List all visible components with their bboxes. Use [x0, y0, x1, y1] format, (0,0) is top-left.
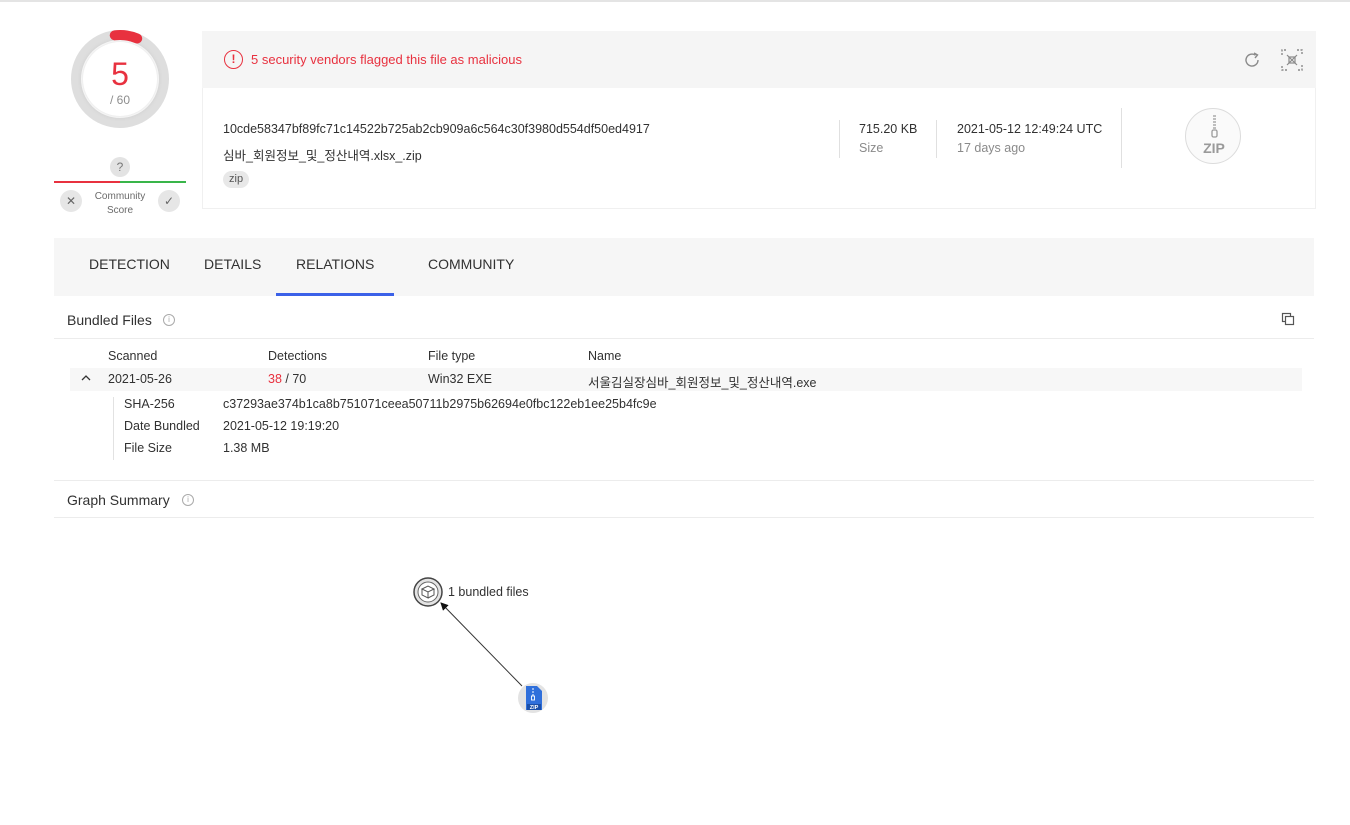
score-total: / 60 [109, 93, 130, 107]
divider [839, 120, 840, 158]
graph-node-label: 1 bundled files [448, 585, 529, 599]
file-size-value: 715.20 KB [859, 122, 918, 136]
detail-value-sha256[interactable]: c37293ae374b1ca8b751071ceea50711b2975b62… [223, 397, 657, 411]
file-info-card: 10cde58347bf89fc71c14522b725ab2cb909a6c5… [202, 88, 1316, 209]
row-file-type: Win32 EXE [428, 372, 492, 386]
alert-icon: ! [224, 50, 243, 69]
graph-summary-header: Graph Summary i [54, 480, 1314, 518]
tab-bar: DETECTION DETAILS RELATIONS COMMUNITY [54, 238, 1314, 296]
help-icon[interactable]: ? [110, 157, 130, 177]
reanalyze-icon[interactable] [1242, 50, 1262, 70]
column-header-detections: Detections [268, 349, 328, 363]
detail-label-file-size: File Size [124, 441, 172, 455]
detail-label-sha256: SHA-256 [124, 397, 175, 411]
graph-edge [440, 602, 523, 687]
vote-malicious-button[interactable]: ✕ [60, 190, 82, 212]
svg-text:ZIP: ZIP [530, 705, 539, 711]
chevron-up-icon[interactable] [80, 371, 92, 385]
file-size-label: Size [859, 141, 884, 155]
row-detections: 38 / 70 [268, 372, 307, 386]
bundled-files-header: Bundled Files i [54, 301, 1314, 339]
community-score-label: Community Score [94, 191, 146, 216]
detail-label-date-bundled: Date Bundled [124, 419, 200, 433]
tab-relations[interactable]: RELATIONS [275, 238, 395, 296]
analysis-date: 2021-05-12 12:49:24 UTC [957, 122, 1103, 136]
detail-guide-line [113, 397, 114, 460]
info-icon[interactable]: i [163, 314, 175, 326]
tab-details[interactable]: DETAILS [204, 238, 261, 296]
file-tag[interactable]: zip [223, 171, 250, 188]
row-file-name[interactable]: 서울김실장심바_회원정보_및_정산내역.exe [588, 372, 816, 391]
alert-text: 5 security vendors flagged this file as … [251, 52, 522, 67]
info-icon[interactable]: i [182, 494, 194, 506]
community-score-bar [54, 181, 186, 183]
vote-harmless-button[interactable]: ✓ [158, 190, 180, 212]
detail-value-date-bundled: 2021-05-12 19:19:20 [223, 419, 340, 433]
section-title: Graph Summary [67, 492, 170, 508]
score-arc [109, 30, 143, 44]
detail-value-file-size: 1.38 MB [223, 441, 270, 455]
alert-bar: ! 5 security vendors flagged this file a… [202, 31, 1316, 88]
divider [1121, 108, 1122, 168]
similar-search-icon[interactable] [1280, 48, 1304, 72]
zip-file-node[interactable]: ZIP [518, 683, 548, 713]
tab-community[interactable]: COMMUNITY [428, 238, 514, 296]
copy-icon[interactable] [1281, 312, 1295, 326]
tab-detection[interactable]: DETECTION [89, 238, 170, 296]
bundled-files-node[interactable] [413, 577, 443, 607]
column-header-file-type: File type [428, 349, 476, 363]
detection-score-ring: 5 / 60 [70, 29, 170, 129]
zip-file-icon: ZIP [1185, 108, 1241, 164]
section-title: Bundled Files [67, 312, 152, 328]
top-border [0, 0, 1350, 2]
relations-graph[interactable]: ZIP 1 bundled files [54, 518, 1314, 818]
file-name: 심바_회원정보_및_정산내역.xlsx_.zip [223, 149, 422, 163]
column-header-scanned: Scanned [108, 349, 158, 363]
score-value: 5 [111, 56, 129, 92]
file-hash[interactable]: 10cde58347bf89fc71c14522b725ab2cb909a6c5… [223, 122, 650, 136]
column-header-name: Name [588, 349, 622, 363]
divider [936, 120, 937, 158]
row-scanned-date: 2021-05-26 [108, 372, 172, 386]
community-score: ? ✕ Community Score ✓ [54, 155, 186, 220]
analysis-age: 17 days ago [957, 141, 1026, 155]
